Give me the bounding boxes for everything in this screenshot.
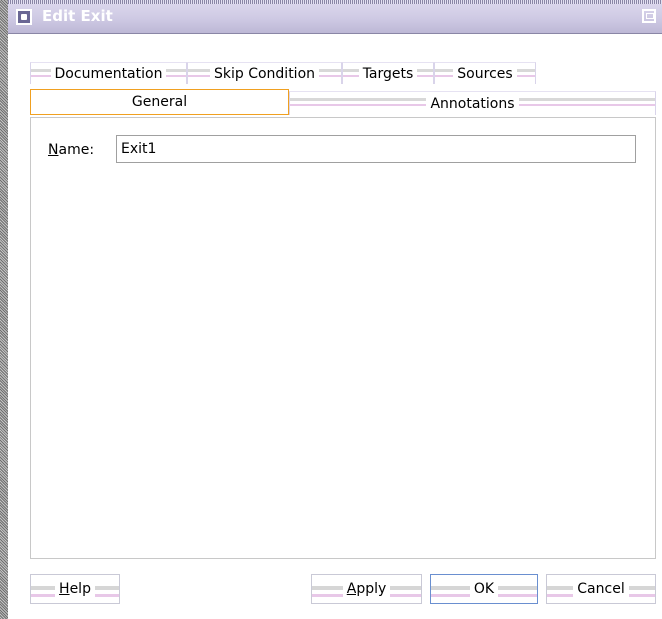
help-button-label: Help [55, 581, 95, 597]
tab-targets[interactable]: Targets [342, 62, 434, 84]
help-mnemonic: H [59, 581, 70, 597]
tab-sources-label: Sources [453, 65, 517, 82]
tab-skip-condition[interactable]: Skip Condition [187, 62, 342, 84]
ok-button-label: OK [469, 581, 499, 597]
name-input[interactable] [116, 135, 636, 163]
help-rest: elp [69, 581, 91, 597]
help-button[interactable]: Help [30, 574, 120, 604]
apply-button[interactable]: Apply [311, 574, 422, 604]
tab-general[interactable]: General [30, 89, 289, 115]
tab-documentation-label: Documentation [50, 65, 167, 82]
restore-icon[interactable] [642, 9, 656, 23]
tab-documentation[interactable]: Documentation [30, 62, 187, 84]
apply-rest: pply [356, 581, 387, 597]
apply-button-label: Apply [342, 581, 391, 597]
tab-skip-condition-label: Skip Condition [209, 65, 320, 82]
apply-mnemonic: A [346, 581, 357, 597]
name-label-mnemonic: N [48, 142, 59, 158]
tab-annotations[interactable]: Annotations [289, 91, 656, 115]
name-label: Name: [48, 142, 94, 158]
cancel-button-label: Cancel [573, 581, 629, 597]
ok-button[interactable]: OK [430, 574, 538, 604]
tab-sources[interactable]: Sources [434, 62, 536, 84]
cancel-button[interactable]: Cancel [546, 574, 656, 604]
tab-targets-label: Targets [358, 65, 418, 82]
title-bar[interactable]: Edit Exit [8, 0, 662, 34]
window-left-border [0, 0, 8, 619]
name-label-text: ame: [58, 142, 95, 158]
window-menu-icon[interactable] [16, 9, 32, 25]
general-tab-panel [30, 117, 656, 559]
tab-general-label: General [127, 94, 192, 110]
tab-annotations-label: Annotations [426, 95, 519, 112]
window-title: Edit Exit [42, 7, 113, 25]
